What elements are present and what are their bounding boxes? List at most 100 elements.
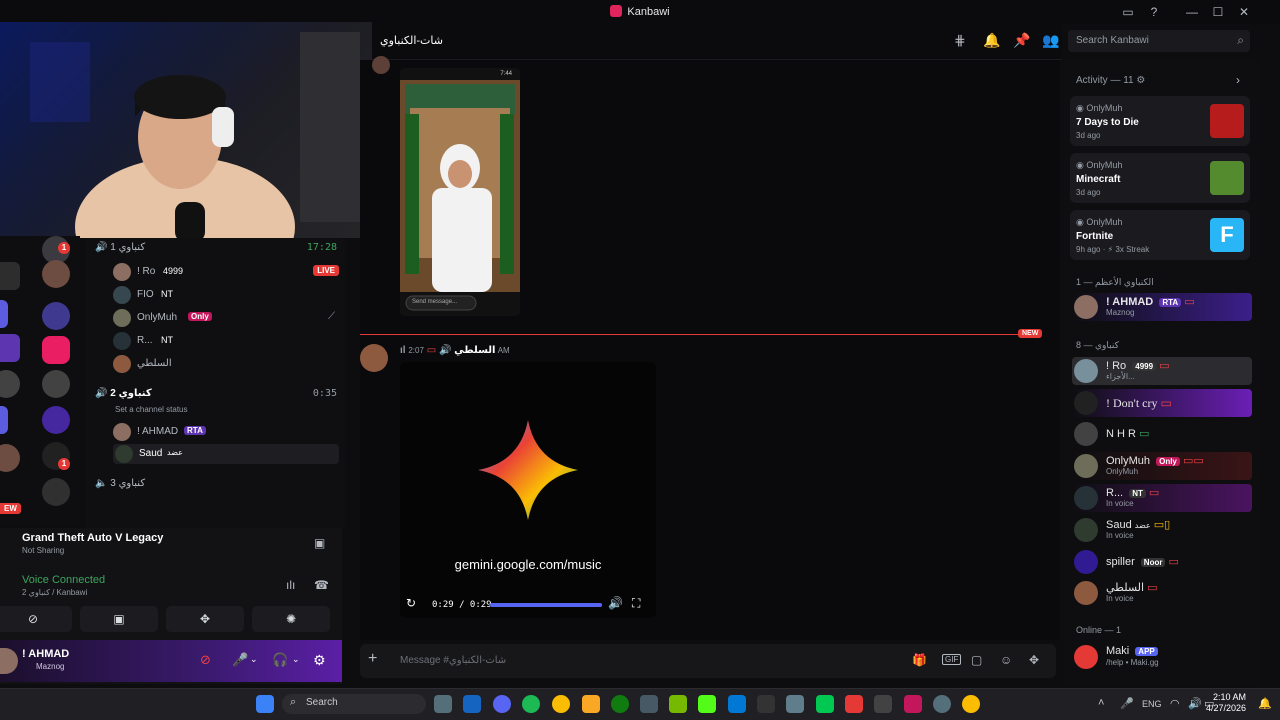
camera-toggle-button[interactable]: ⊘ bbox=[0, 606, 72, 632]
server-icon[interactable] bbox=[42, 478, 70, 506]
server-icon[interactable] bbox=[42, 336, 70, 364]
bell-icon[interactable]: 🔔 bbox=[983, 32, 1000, 49]
message-author[interactable]: السلطي bbox=[454, 345, 495, 356]
tray-chevron-icon[interactable]: ˄ bbox=[1098, 697, 1104, 709]
microphone-icon[interactable]: 🎤 bbox=[232, 652, 248, 668]
microphone-tray-icon[interactable]: 🎤 bbox=[1120, 697, 1134, 710]
members-icon[interactable]: 👥 bbox=[1042, 32, 1059, 49]
server-icon[interactable] bbox=[0, 406, 8, 434]
emoji-icon[interactable]: ☺ bbox=[1000, 653, 1012, 667]
file-explorer-icon[interactable] bbox=[582, 695, 600, 713]
windows-start-icon[interactable] bbox=[256, 695, 274, 713]
member-item[interactable]: ! AHMAD RTA ▭ Maznog bbox=[1072, 293, 1252, 321]
voice-user-selected[interactable]: Saud عضد bbox=[113, 444, 339, 464]
member-item[interactable]: ! Ro 4999 ▭ الأجزاء... bbox=[1072, 357, 1252, 385]
help-icon[interactable]: ? bbox=[1146, 4, 1162, 20]
settings-gear-icon[interactable]: ⚙ bbox=[313, 652, 326, 669]
gear-icon[interactable]: ⚙ bbox=[1136, 75, 1145, 86]
message-avatar[interactable] bbox=[360, 344, 388, 372]
server-icon[interactable] bbox=[0, 334, 20, 362]
server-icon[interactable] bbox=[42, 370, 70, 398]
gift-icon[interactable]: 🎁 bbox=[912, 653, 927, 667]
voice-location[interactable]: كنباوي 2 / Kanbawi bbox=[22, 588, 87, 597]
member-item[interactable]: OnlyMuh Only ▭▭ OnlyMuh bbox=[1072, 452, 1252, 480]
activities-button[interactable]: ✥ bbox=[166, 606, 244, 632]
screen-share-icon[interactable]: ▣ bbox=[314, 536, 325, 550]
close-button[interactable]: ✕ bbox=[1236, 4, 1252, 20]
spotify-icon[interactable] bbox=[522, 695, 540, 713]
volume-icon[interactable]: 🔊 bbox=[608, 596, 623, 610]
voice-channel-3[interactable]: 🔈 كنباوي 3 bbox=[95, 478, 337, 496]
apps-icon[interactable]: ✥ bbox=[1029, 653, 1039, 667]
replay-icon[interactable]: ↻ bbox=[406, 596, 416, 610]
voice-user[interactable]: السلطي bbox=[113, 354, 339, 374]
steam-icon[interactable] bbox=[463, 695, 481, 713]
member-item[interactable]: N H R ▭ bbox=[1072, 420, 1252, 448]
camera-app-icon[interactable] bbox=[434, 695, 452, 713]
add-attachment-icon[interactable]: + bbox=[368, 650, 377, 668]
voice-user[interactable]: OnlyMuh Only ⟋ bbox=[113, 308, 339, 328]
member-item[interactable]: Saud عضد ▭▯ In voice bbox=[1072, 516, 1252, 544]
taskbar-search[interactable]: ⌕ Search bbox=[282, 694, 426, 714]
chevron-right-icon[interactable]: › bbox=[1236, 73, 1240, 87]
chrome-icon[interactable] bbox=[552, 695, 570, 713]
camera-off-icon[interactable]: ⊘ bbox=[200, 652, 211, 668]
voice-connected-status[interactable]: Voice Connected bbox=[22, 574, 105, 586]
minimize-button[interactable]: — bbox=[1184, 4, 1200, 20]
video-player[interactable]: gemini.google.com/music ↻ 0:29 / 0:29 🔊 … bbox=[400, 362, 656, 618]
threads-icon[interactable]: ⋕ bbox=[954, 32, 966, 49]
sticker-icon[interactable]: ▢ bbox=[971, 653, 982, 667]
chevron-down-icon[interactable]: ⌄ bbox=[292, 654, 300, 665]
maximize-button[interactable]: ☐ bbox=[1210, 4, 1226, 20]
server-icon[interactable] bbox=[0, 262, 20, 290]
noise-suppression-icon[interactable]: ılı bbox=[286, 578, 295, 592]
chevron-down-icon[interactable]: ⌄ bbox=[250, 654, 258, 665]
voice-user[interactable]: ! Ro 4999 LIVE bbox=[113, 262, 339, 282]
app-icon[interactable] bbox=[904, 695, 922, 713]
activity-card[interactable]: ◉ OnlyMuh Fortnite 9h ago · ⚡ 3x Streak … bbox=[1070, 210, 1250, 260]
activity-card[interactable]: ◉ OnlyMuh Minecraft 3d ago bbox=[1070, 153, 1250, 203]
inbox-icon[interactable]: ▭ bbox=[1120, 4, 1136, 20]
store-icon[interactable] bbox=[640, 695, 658, 713]
member-item[interactable]: R... NT ▭ In voice bbox=[1072, 484, 1252, 512]
channel-status-hint[interactable]: Set a channel status bbox=[115, 405, 337, 423]
discord-icon[interactable] bbox=[493, 695, 511, 713]
soundboard-button[interactable]: ✺ bbox=[252, 606, 330, 632]
server-icon[interactable] bbox=[42, 406, 70, 434]
member-item[interactable]: Maki APP /help • Maki.gg bbox=[1072, 643, 1252, 671]
member-item[interactable]: spiller Noor ▭ bbox=[1072, 548, 1252, 576]
fullscreen-icon[interactable]: ⛶ bbox=[632, 596, 640, 611]
voice-channel-1[interactable]: 🔊 كنباوي 1 17:28 bbox=[95, 242, 337, 260]
app-icon[interactable] bbox=[786, 695, 804, 713]
disconnect-icon[interactable]: ☎ bbox=[314, 578, 329, 592]
settings-app-icon[interactable] bbox=[933, 695, 951, 713]
server-icon[interactable] bbox=[42, 260, 70, 288]
voice-user[interactable]: FIO NT bbox=[113, 285, 339, 305]
voice-user[interactable]: R... NT bbox=[113, 331, 339, 351]
chrome-icon[interactable] bbox=[962, 695, 980, 713]
member-item[interactable]: ! Don't cry ▭ bbox=[1072, 389, 1252, 417]
capcut-icon[interactable] bbox=[874, 695, 892, 713]
screen-share-button[interactable]: ▣ bbox=[80, 606, 158, 632]
avatar[interactable] bbox=[0, 648, 18, 674]
app-icon[interactable] bbox=[845, 695, 863, 713]
voice-channel-2[interactable]: 🔊 كنباوي 2 0:35 bbox=[95, 388, 337, 406]
headphones-icon[interactable]: 🎧 bbox=[272, 652, 288, 668]
search-input[interactable]: Search Kanbawi ⌕ bbox=[1068, 30, 1250, 52]
app-icon[interactable] bbox=[728, 695, 746, 713]
xbox-icon[interactable] bbox=[611, 695, 629, 713]
video-progress-track[interactable] bbox=[490, 603, 602, 607]
avatar[interactable] bbox=[372, 56, 390, 74]
member-item[interactable]: السلطي ▭ In voice bbox=[1072, 579, 1252, 607]
gif-icon[interactable]: GIF bbox=[942, 654, 962, 665]
language-indicator[interactable]: ENG bbox=[1142, 699, 1162, 709]
server-icon[interactable] bbox=[0, 300, 8, 328]
voice-user[interactable]: ! AHMAD RTA bbox=[113, 422, 339, 442]
clock[interactable]: 2:10 AM 4/27/2026 bbox=[1200, 692, 1246, 714]
message-composer[interactable]: + Message #شات-الكنباوي 🎁 GIF ▢ ☺ ✥ bbox=[360, 644, 1056, 678]
server-icon[interactable] bbox=[42, 302, 70, 330]
activity-card[interactable]: ◉ OnlyMuh 7 Days to Die 3d ago bbox=[1070, 96, 1250, 146]
app-icon[interactable] bbox=[816, 695, 834, 713]
wifi-icon[interactable]: ◠ bbox=[1170, 697, 1180, 710]
app-icon[interactable] bbox=[757, 695, 775, 713]
